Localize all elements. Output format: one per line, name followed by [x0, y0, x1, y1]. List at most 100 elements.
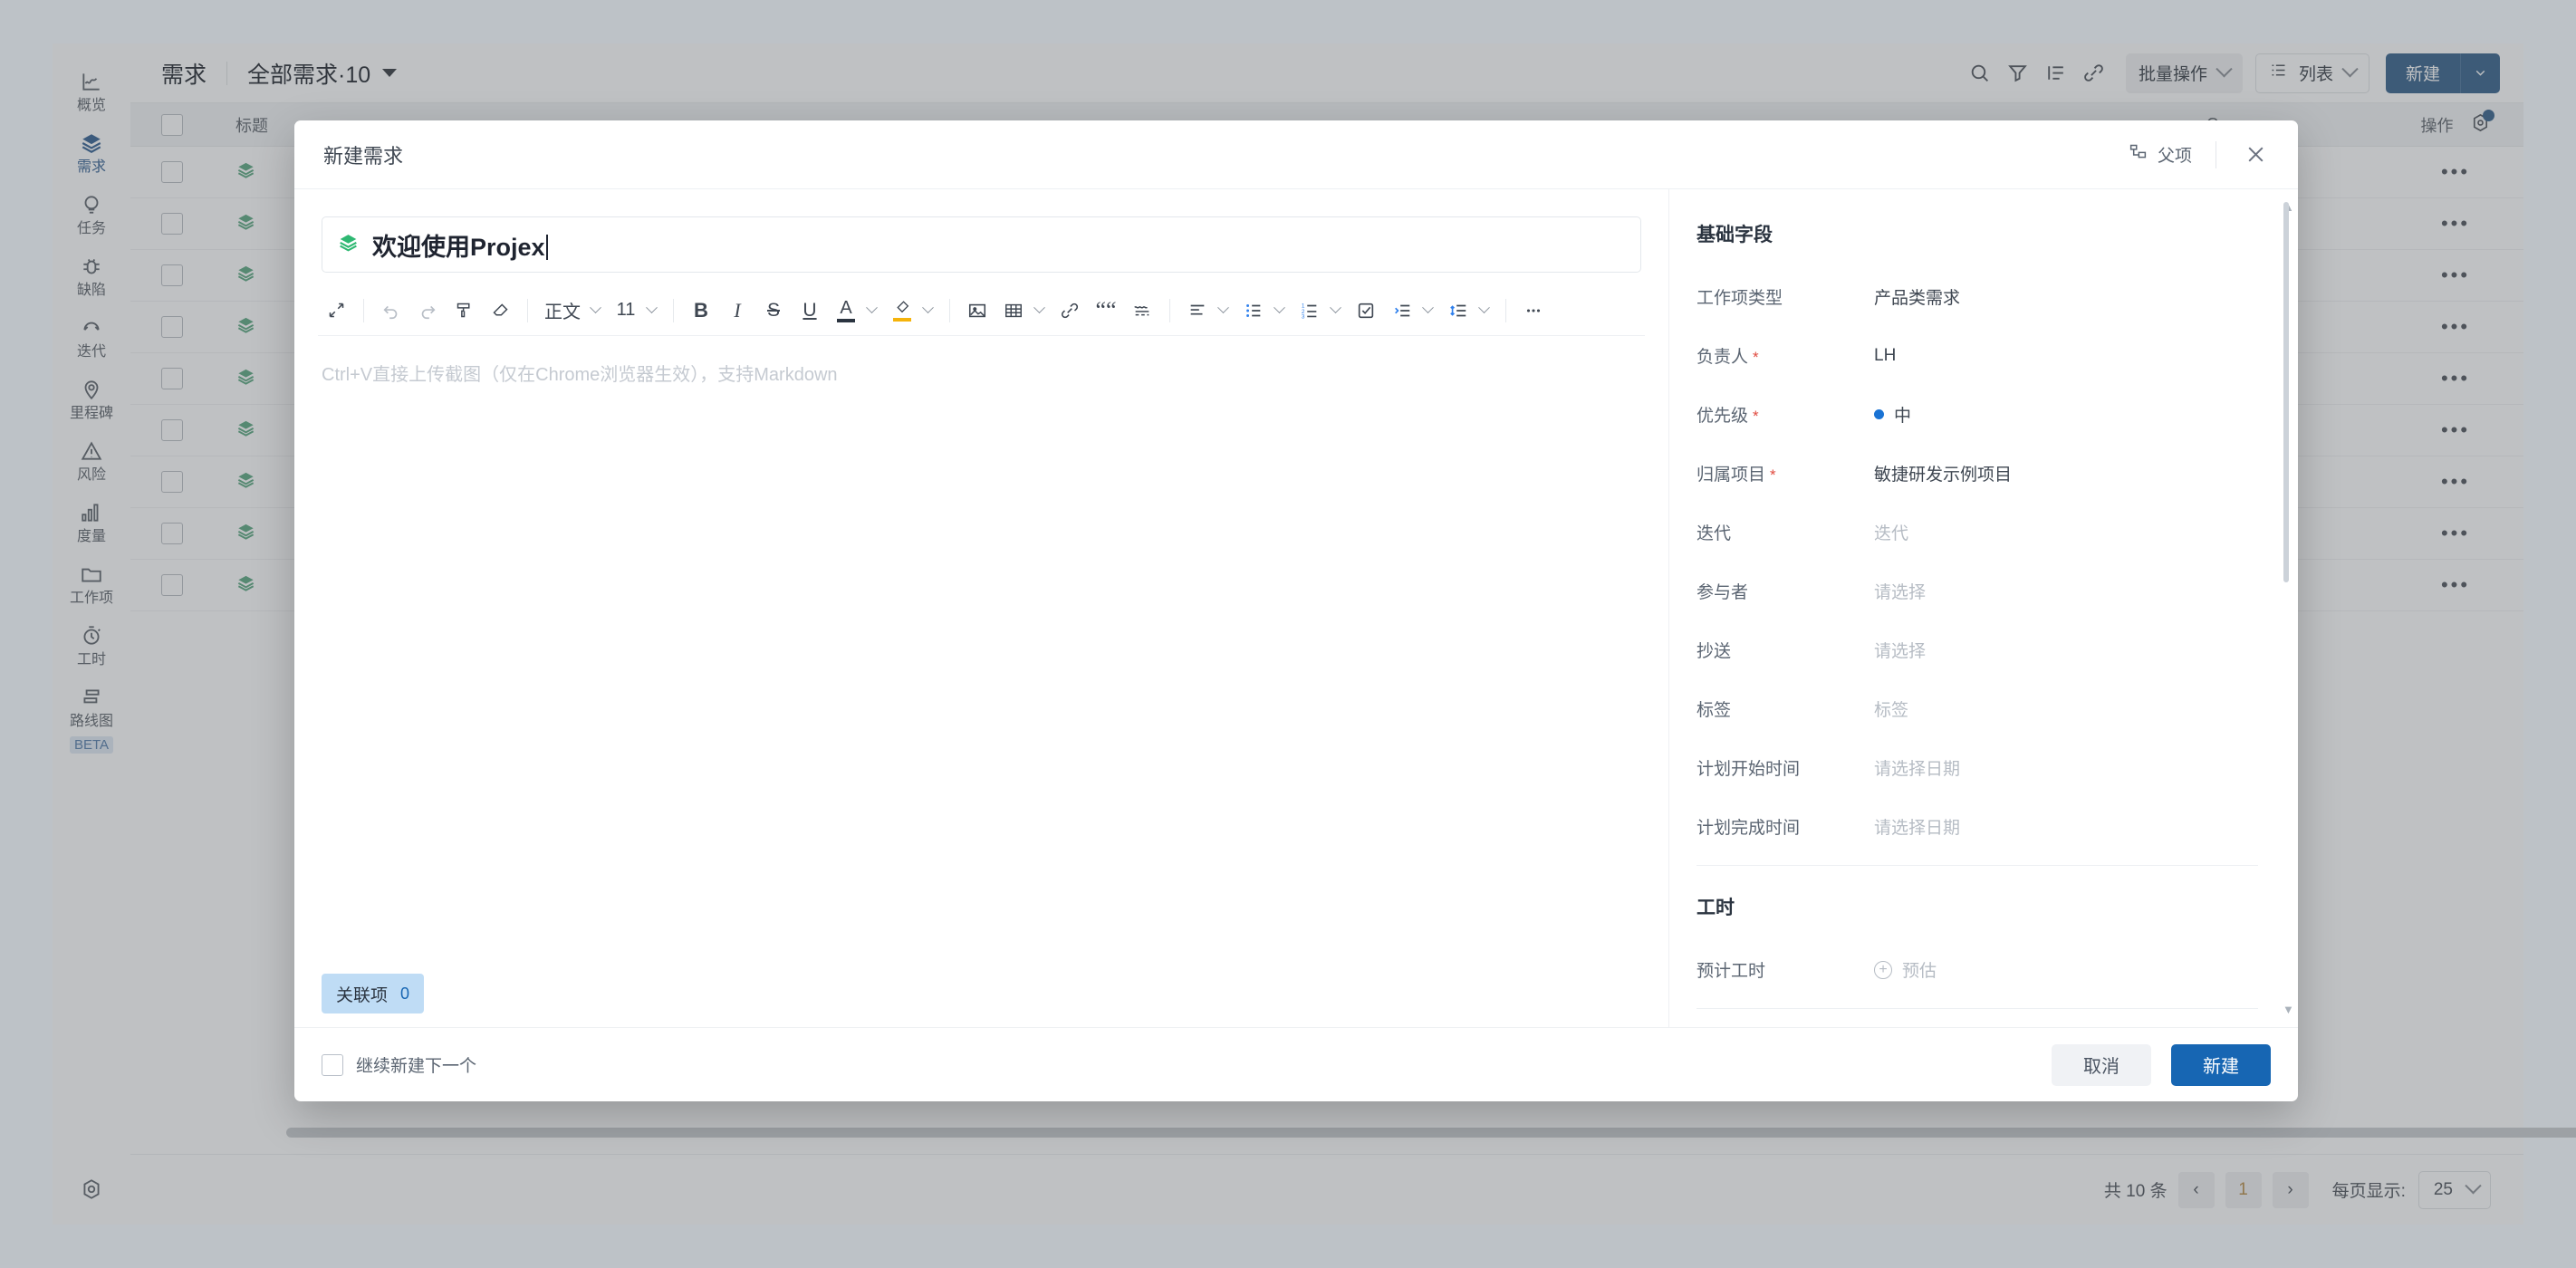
table-icon[interactable] [995, 293, 1032, 329]
field-value[interactable]: 敏捷研发示例项目 [1874, 461, 2012, 485]
parent-item-button[interactable]: 父项 [2129, 142, 2192, 167]
field-value[interactable]: 请选择 [1874, 638, 1926, 662]
underline-button[interactable]: U [792, 293, 828, 329]
checklist-icon[interactable] [1348, 293, 1384, 329]
more-icon[interactable] [1515, 293, 1552, 329]
app-root: 概览 需求 任务 缺陷 迭代 里程碑 风险 度量 工作项 工时 路线图 BETA… [0, 0, 2576, 1268]
chevron-down-icon[interactable] [1478, 302, 1490, 314]
required-marker: * [1753, 408, 1759, 425]
editor-pane: 欢迎使用Projex 正文 11 B I S U A ““ 1 2 3 Ctrl… [294, 189, 1669, 1027]
field-row: 参与者 请选择 [1697, 571, 2258, 611]
line-height-icon[interactable] [1440, 293, 1476, 329]
chevron-down-icon[interactable] [1422, 302, 1434, 314]
highlighter-icon[interactable] [884, 293, 920, 329]
font-size-select[interactable]: 11 [608, 293, 644, 329]
field-value-text: 迭代 [1874, 524, 1909, 543]
chevron-down-icon[interactable] [1330, 302, 1341, 314]
requirement-title-value: 欢迎使用Projex [372, 233, 545, 261]
field-row: 抄送 请选择 [1697, 629, 2258, 670]
dialog-header: 新建需求 父项 [294, 120, 2298, 189]
field-label: 优先级 * [1697, 407, 1759, 426]
field-value[interactable]: 标签 [1874, 696, 1908, 721]
redo-icon[interactable] [409, 293, 446, 329]
divider [1697, 865, 2258, 866]
format-painter-icon[interactable] [446, 293, 482, 329]
undo-icon[interactable] [373, 293, 409, 329]
fields-scrollbar[interactable]: ▲ ▼ [2283, 200, 2294, 1016]
requirement-title-field[interactable]: 欢迎使用Projex [322, 216, 1641, 273]
close-icon[interactable] [2240, 139, 2271, 170]
highlight-color-swatch [893, 318, 911, 322]
dialog-footer: 继续新建下一个 取消 新建 [294, 1027, 2298, 1101]
field-label: 预计工时 [1697, 962, 1766, 981]
svg-text:3: 3 [1302, 313, 1305, 320]
chevron-down-icon[interactable] [590, 302, 601, 314]
font-color-label: A [840, 297, 852, 318]
field-value[interactable]: 迭代 [1874, 520, 1908, 544]
strikethrough-button[interactable]: S [755, 293, 792, 329]
field-value-text: 敏捷研发示例项目 [1874, 466, 2013, 485]
field-row: 归属项目 * 敏捷研发示例项目 [1697, 453, 2258, 494]
description-editor[interactable]: Ctrl+V直接上传截图（仅在Chrome浏览器生效），支持Markdown [294, 336, 1668, 960]
chevron-down-icon[interactable] [1033, 302, 1045, 314]
font-color-button[interactable]: A [828, 293, 864, 329]
paragraph-style-select[interactable]: 正文 [537, 293, 588, 329]
field-value[interactable]: LH [1874, 346, 1896, 366]
continue-create-checkbox-wrap[interactable]: 继续新建下一个 [322, 1052, 476, 1077]
quote-icon[interactable]: ““ [1088, 293, 1124, 329]
basic-fields-title: 基础字段 [1697, 225, 1773, 245]
clear-format-icon[interactable] [482, 293, 518, 329]
bullet-list-icon[interactable] [1235, 293, 1272, 329]
field-value[interactable]: 请选择日期 [1874, 755, 1960, 780]
chevron-down-icon[interactable] [1217, 302, 1229, 314]
field-label: 参与者 [1697, 583, 1749, 602]
submit-button[interactable]: 新建 [2171, 1043, 2271, 1086]
related-items-tab[interactable]: 关联项 0 [322, 974, 425, 1013]
image-icon[interactable] [959, 293, 995, 329]
priority-dot-icon [1874, 409, 1884, 419]
field-value-text: 请选择 [1874, 642, 1927, 661]
align-left-icon[interactable] [1179, 293, 1216, 329]
scroll-down-icon[interactable]: ▼ [2283, 1003, 2294, 1016]
field-value[interactable]: + 预估 [1874, 957, 1937, 982]
layers-icon [337, 231, 360, 258]
continue-create-checkbox[interactable] [322, 1053, 343, 1076]
requirement-title-input[interactable]: 欢迎使用Projex [372, 227, 548, 263]
continue-create-label: 继续新建下一个 [356, 1057, 477, 1076]
create-requirement-dialog: 新建需求 父项 欢迎使用Projex 正文 11 B I S U A ““ 1 … [294, 120, 2298, 1101]
indent-icon[interactable] [1384, 293, 1420, 329]
field-value-text: LH [1874, 345, 1897, 365]
field-row: 迭代 迭代 [1697, 512, 2258, 552]
field-value-text: 产品类需求 [1874, 289, 1961, 308]
divider [1505, 298, 1506, 322]
field-label: 负责人 * [1697, 348, 1759, 367]
chevron-down-icon[interactable] [866, 302, 878, 314]
editor-placeholder: Ctrl+V直接上传截图（仅在Chrome浏览器生效），支持Markdown [322, 365, 838, 385]
chevron-down-icon[interactable] [646, 302, 658, 314]
field-row: 标签 标签 [1697, 688, 2258, 729]
worktime-fields-list: 预计工时 + 预估 [1697, 949, 2258, 990]
field-value[interactable]: 请选择 [1874, 579, 1926, 603]
divider [673, 298, 674, 322]
related-items-bar: 关联项 0 [294, 960, 1668, 1027]
horizontal-rule-icon[interactable] [1124, 293, 1160, 329]
divider [363, 298, 364, 322]
numbered-list-icon[interactable]: 123 [1292, 293, 1328, 329]
fields-scroll-area: 基础字段 工作项类型 产品类需求 负责人 * LH 优先级 * 中归属项目 * 敏捷研发示例项目迭… [1669, 189, 2298, 1027]
field-value[interactable]: 请选择日期 [1874, 814, 1960, 839]
worktime-group-title: 工时 [1697, 898, 1735, 918]
scrollbar-thumb[interactable] [2283, 202, 2289, 582]
expand-icon[interactable] [318, 293, 354, 329]
scrollbar-track[interactable] [2283, 202, 2290, 1014]
italic-button[interactable]: I [719, 293, 755, 329]
bold-button[interactable]: B [683, 293, 719, 329]
parent-item-label: 父项 [2157, 147, 2192, 166]
cancel-button[interactable]: 取消 [2052, 1043, 2151, 1086]
related-items-label: 关联项 [336, 985, 389, 1005]
link-icon[interactable] [1052, 293, 1088, 329]
field-value[interactable]: 中 [1874, 402, 1911, 427]
field-row: 计划开始时间 请选择日期 [1697, 747, 2258, 788]
chevron-down-icon[interactable] [1274, 302, 1285, 314]
field-value[interactable]: 产品类需求 [1874, 284, 1960, 309]
chevron-down-icon[interactable] [922, 302, 934, 314]
